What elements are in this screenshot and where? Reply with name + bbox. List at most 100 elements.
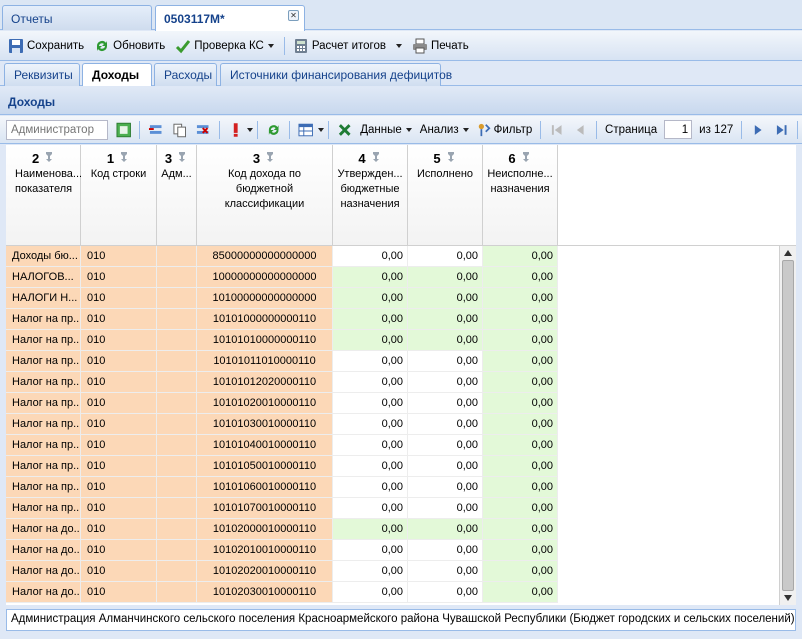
cell-done[interactable]: 0,00 — [408, 519, 483, 540]
cell-approved[interactable]: 0,00 — [333, 498, 408, 519]
cell-done[interactable]: 0,00 — [408, 477, 483, 498]
cell-done[interactable]: 0,00 — [408, 351, 483, 372]
cell-name[interactable]: Налог на пр... — [6, 498, 81, 519]
scroll-down-icon[interactable] — [784, 595, 792, 601]
table-row[interactable]: Налог на пр... 010 10101011010000110 0,00 0,… — [6, 351, 780, 372]
cell-adm[interactable] — [157, 498, 197, 519]
cell-name[interactable]: Налог на пр... — [6, 435, 81, 456]
cell-name[interactable]: Налог на пр... — [6, 330, 81, 351]
last-page-icon[interactable] — [774, 122, 789, 138]
cell-undone[interactable]: 0,00 — [483, 267, 558, 288]
tab-expenses[interactable]: Расходы — [154, 63, 217, 86]
cell-adm[interactable] — [157, 456, 197, 477]
check-button[interactable]: Проверка КС — [171, 35, 278, 57]
insert-row-icon[interactable] — [148, 122, 163, 138]
cell-approved[interactable]: 0,00 — [333, 540, 408, 561]
refresh-icon[interactable] — [266, 122, 281, 138]
cell-undone[interactable]: 0,00 — [483, 498, 558, 519]
table-view-icon[interactable] — [298, 122, 314, 138]
cell-adm[interactable] — [157, 519, 197, 540]
cell-adm[interactable] — [157, 540, 197, 561]
tab-income[interactable]: Доходы — [82, 63, 152, 86]
cell-adm[interactable] — [157, 309, 197, 330]
table-row[interactable]: Налог на пр... 010 10101030010000110 0,00 0,… — [6, 414, 780, 435]
cell-name[interactable]: Налог на пр... — [6, 477, 81, 498]
scrollbar-thumb[interactable] — [782, 260, 794, 591]
copy-icon[interactable] — [172, 122, 187, 138]
pin-icon[interactable] — [520, 151, 532, 166]
cell-undone[interactable]: 0,00 — [483, 477, 558, 498]
analysis-menu[interactable]: Анализ — [416, 124, 473, 136]
data-menu[interactable]: Данные — [356, 124, 416, 136]
column-header-unexecuted[interactable]: 6 Неисполне... назначения — [483, 145, 558, 245]
cell-adm[interactable] — [157, 330, 197, 351]
cell-done[interactable]: 0,00 — [408, 330, 483, 351]
cell-code[interactable]: 010 — [81, 267, 157, 288]
cell-kbk[interactable]: 10101050010000110 — [197, 456, 333, 477]
cell-approved[interactable]: 0,00 — [333, 393, 408, 414]
cell-undone[interactable]: 0,00 — [483, 414, 558, 435]
refresh-button[interactable]: Обновить — [90, 35, 169, 57]
cell-kbk[interactable]: 10101030010000110 — [197, 414, 333, 435]
table-row[interactable]: НАЛОГОВ... 010 10000000000000000 0,00 0,00 0,… — [6, 267, 780, 288]
cell-approved[interactable]: 0,00 — [333, 288, 408, 309]
cell-done[interactable]: 0,00 — [408, 435, 483, 456]
table-row[interactable]: Налог на пр... 010 10101070010000110 0,00 0,… — [6, 498, 780, 519]
cell-code[interactable]: 010 — [81, 414, 157, 435]
cell-kbk[interactable]: 10100000000000000 — [197, 288, 333, 309]
cell-adm[interactable] — [157, 414, 197, 435]
table-row[interactable]: Налог на до... 010 10102020010000110 0,00 0,… — [6, 561, 780, 582]
cell-approved[interactable]: 0,00 — [333, 351, 408, 372]
first-page-icon[interactable] — [549, 122, 564, 138]
cell-code[interactable]: 010 — [81, 477, 157, 498]
cell-done[interactable]: 0,00 — [408, 393, 483, 414]
cell-done[interactable]: 0,00 — [408, 267, 483, 288]
cell-undone[interactable]: 0,00 — [483, 372, 558, 393]
pin-icon[interactable] — [264, 151, 276, 166]
cell-kbk[interactable]: 10101010000000110 — [197, 330, 333, 351]
cell-done[interactable]: 0,00 — [408, 582, 483, 603]
cell-kbk[interactable]: 10102020010000110 — [197, 561, 333, 582]
cell-approved[interactable]: 0,00 — [333, 519, 408, 540]
cell-kbk[interactable]: 10101011010000110 — [197, 351, 333, 372]
table-row[interactable]: Налог на до... 010 10102030010000110 0,00 0,… — [6, 582, 780, 603]
page-number-input[interactable] — [664, 120, 693, 139]
cell-done[interactable]: 0,00 — [408, 456, 483, 477]
cell-adm[interactable] — [157, 582, 197, 603]
cell-done[interactable]: 0,00 — [408, 246, 483, 267]
cell-name[interactable]: Налог на пр... — [6, 372, 81, 393]
cell-adm[interactable] — [157, 393, 197, 414]
cell-undone[interactable]: 0,00 — [483, 330, 558, 351]
cell-kbk[interactable]: 10101012020000110 — [197, 372, 333, 393]
cell-name[interactable]: НАЛОГОВ... — [6, 267, 81, 288]
cell-adm[interactable] — [157, 561, 197, 582]
cell-approved[interactable]: 0,00 — [333, 477, 408, 498]
cell-done[interactable]: 0,00 — [408, 540, 483, 561]
table-row[interactable]: Налог на пр... 010 10101060010000110 0,00 0,… — [6, 477, 780, 498]
pin-icon[interactable] — [370, 151, 382, 166]
pin-icon[interactable] — [43, 151, 55, 166]
cell-name[interactable]: Налог на до... — [6, 540, 81, 561]
table-row[interactable]: Доходы бю... 010 85000000000000000 0,00 0,00… — [6, 246, 780, 267]
filter-button[interactable]: Фильтр — [473, 123, 537, 137]
cell-approved[interactable]: 0,00 — [333, 267, 408, 288]
cell-undone[interactable]: 0,00 — [483, 582, 558, 603]
cell-name[interactable]: Налог на до... — [6, 582, 81, 603]
cell-code[interactable]: 010 — [81, 309, 157, 330]
print-button[interactable]: Печать — [408, 35, 473, 57]
cell-adm[interactable] — [157, 288, 197, 309]
column-header-admin[interactable]: 3 Адм... — [157, 145, 197, 245]
cell-approved[interactable]: 0,00 — [333, 309, 408, 330]
scroll-up-icon[interactable] — [784, 250, 792, 256]
cell-done[interactable]: 0,00 — [408, 498, 483, 519]
cell-code[interactable]: 010 — [81, 561, 157, 582]
cell-name[interactable]: Доходы бю... — [6, 246, 81, 267]
column-header-name[interactable]: 2 Наименова... показателя — [6, 145, 82, 245]
table-row[interactable]: Налог на пр... 010 10101020010000110 0,00 0,… — [6, 393, 780, 414]
cell-name[interactable]: Налог на пр... — [6, 351, 81, 372]
cell-name[interactable]: Налог на пр... — [6, 393, 81, 414]
tab-reports[interactable]: Отчеты — [2, 5, 152, 30]
cell-name[interactable]: Налог на до... — [6, 561, 81, 582]
cell-undone[interactable]: 0,00 — [483, 561, 558, 582]
cell-adm[interactable] — [157, 246, 197, 267]
